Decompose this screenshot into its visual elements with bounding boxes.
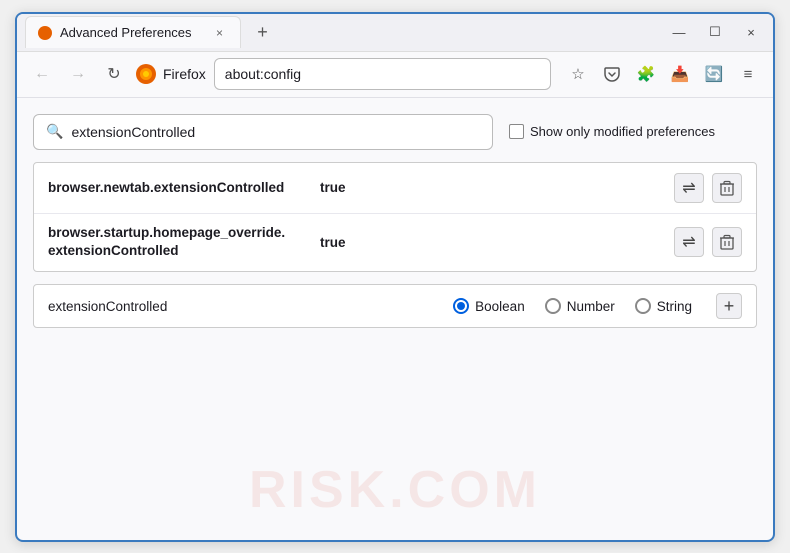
- table-row: browser.newtab.extensionControlled true …: [34, 163, 756, 214]
- radio-string[interactable]: String: [635, 298, 692, 314]
- browser-tab[interactable]: Advanced Preferences ×: [25, 16, 241, 48]
- window-controls: — ☐ ×: [665, 18, 765, 46]
- firefox-logo-icon: [135, 63, 157, 85]
- browser-name: Firefox: [163, 66, 206, 82]
- maximize-button[interactable]: ☐: [701, 18, 729, 46]
- minimize-button[interactable]: —: [665, 18, 693, 46]
- sync-button[interactable]: 🔄: [699, 59, 729, 89]
- pref-name-2: browser.startup.homepage_override. exten…: [48, 224, 308, 262]
- close-button[interactable]: ×: [737, 18, 765, 46]
- tab-favicon: [38, 26, 52, 40]
- pref-value-1: true: [320, 180, 346, 195]
- pocket-button[interactable]: [597, 59, 627, 89]
- reset-button-2[interactable]: ⇌: [674, 227, 704, 257]
- type-radio-group: Boolean Number String: [453, 298, 692, 314]
- radio-string-outer: [635, 298, 651, 314]
- reset-button-1[interactable]: ⇌: [674, 173, 704, 203]
- navigation-bar: ← → ↻ Firefox about:config ☆ 🧩 📥 🔄 ≡: [17, 52, 773, 98]
- menu-button[interactable]: ≡: [733, 59, 763, 89]
- browser-window: Advanced Preferences × + — ☐ × ← → ↻ Fir…: [15, 12, 775, 542]
- search-input[interactable]: [71, 124, 480, 140]
- radio-boolean[interactable]: Boolean: [453, 298, 525, 314]
- add-pref-button[interactable]: +: [716, 293, 742, 319]
- url-text: about:config: [225, 66, 301, 82]
- pref-value-2: true: [320, 235, 346, 250]
- delete-button-1[interactable]: [712, 173, 742, 203]
- tab-close-button[interactable]: ×: [212, 25, 228, 41]
- reload-button[interactable]: ↻: [99, 59, 129, 89]
- pref-name-1: browser.newtab.extensionControlled: [48, 180, 308, 195]
- pref-actions-2: ⇌: [674, 227, 742, 257]
- search-box[interactable]: 🔍: [33, 114, 493, 150]
- show-modified-container: Show only modified preferences: [509, 124, 715, 139]
- pocket-icon: [604, 66, 620, 82]
- extension-button[interactable]: 🧩: [631, 59, 661, 89]
- search-icon: 🔍: [46, 123, 63, 140]
- new-pref-name: extensionControlled: [48, 299, 167, 314]
- delete-icon-2: [720, 234, 734, 250]
- bookmark-button[interactable]: ☆: [563, 59, 593, 89]
- radio-number-label: Number: [567, 299, 615, 314]
- forward-button[interactable]: →: [63, 59, 93, 89]
- radio-string-label: String: [657, 299, 692, 314]
- show-modified-label: Show only modified preferences: [530, 124, 715, 139]
- radio-boolean-outer: [453, 298, 469, 314]
- delete-button-2[interactable]: [712, 227, 742, 257]
- add-preference-row: extensionControlled Boolean Number Strin…: [33, 284, 757, 328]
- radio-boolean-label: Boolean: [475, 299, 525, 314]
- show-modified-checkbox[interactable]: [509, 124, 524, 139]
- watermark: RISK.COM: [249, 460, 541, 520]
- search-container: 🔍 Show only modified preferences: [33, 114, 757, 150]
- preferences-table: browser.newtab.extensionControlled true …: [33, 162, 757, 273]
- new-tab-button[interactable]: +: [249, 18, 277, 46]
- address-bar[interactable]: about:config: [214, 58, 551, 90]
- tab-title: Advanced Preferences: [60, 25, 192, 40]
- content-area: RISK.COM 🔍 Show only modified preference…: [17, 98, 773, 540]
- downloads-button[interactable]: 📥: [665, 59, 695, 89]
- back-button[interactable]: ←: [27, 59, 57, 89]
- radio-number-outer: [545, 298, 561, 314]
- delete-icon-1: [720, 180, 734, 196]
- radio-boolean-inner: [457, 302, 465, 310]
- pref-actions-1: ⇌: [674, 173, 742, 203]
- nav-icons: ☆ 🧩 📥 🔄 ≡: [563, 59, 763, 89]
- radio-number[interactable]: Number: [545, 298, 615, 314]
- title-bar: Advanced Preferences × + — ☐ ×: [17, 14, 773, 52]
- table-row: browser.startup.homepage_override. exten…: [34, 214, 756, 272]
